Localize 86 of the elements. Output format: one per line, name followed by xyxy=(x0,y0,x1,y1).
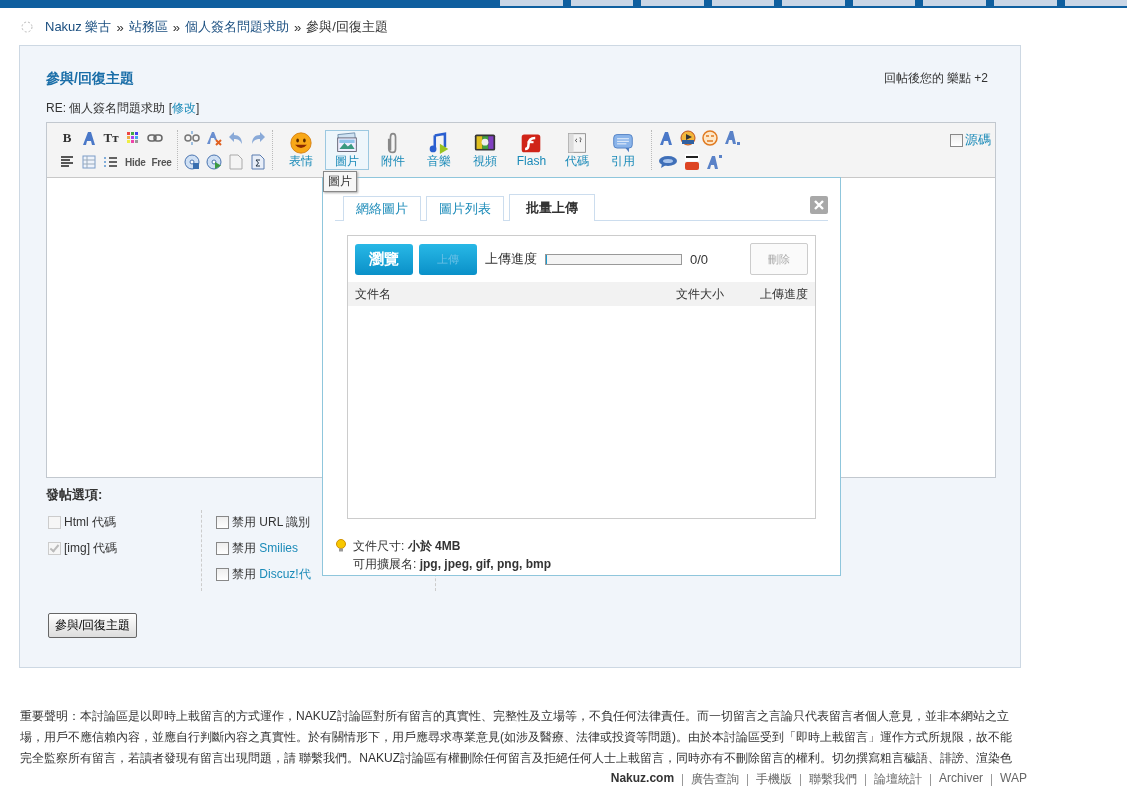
breadcrumb-link[interactable]: Nakuz 樂古 xyxy=(45,18,112,36)
tooltip: 圖片 xyxy=(323,171,357,192)
option-checkbox[interactable] xyxy=(216,516,229,529)
close-icon[interactable] xyxy=(810,196,828,214)
toolbar-button[interactable]: 圖片 xyxy=(325,130,370,170)
sigma-icon[interactable] xyxy=(251,154,266,170)
disc-icon[interactable] xyxy=(184,154,201,170)
breadcrumb-separator: » xyxy=(172,19,180,35)
toolbar-button[interactable]: Flash xyxy=(509,130,554,170)
toolbar-button[interactable]: 音樂 xyxy=(417,130,462,170)
clear-format-icon[interactable] xyxy=(206,130,223,146)
option-checkbox[interactable] xyxy=(216,542,229,555)
footer-link[interactable]: 廣告查詢 xyxy=(691,771,740,788)
toolbar-button[interactable]: 引用 xyxy=(601,130,646,170)
code-icon xyxy=(566,132,589,154)
footer-link[interactable]: WAP xyxy=(1000,771,1027,788)
list-icon[interactable] xyxy=(104,156,118,168)
music-note-icon xyxy=(428,132,451,154)
points-note: 回帖後您的 樂點 +2 xyxy=(883,70,988,87)
font-icon[interactable] xyxy=(81,130,97,146)
options-title: 發帖選項: xyxy=(46,486,104,504)
column-header: 上傳進度 xyxy=(759,285,808,303)
bracket: ] xyxy=(196,101,200,115)
footer-link[interactable]: Archiver xyxy=(939,771,984,788)
option-label: [img] 代碼 xyxy=(64,540,118,557)
table-icon[interactable] xyxy=(82,155,96,169)
source-checkbox[interactable] xyxy=(950,133,963,147)
source-label[interactable]: 源碼 xyxy=(965,131,991,149)
disclaimer-text: 重要聲明：本討論區是以即時上載留言的方式運作，NAKUZ討論區對所有留言的真實性、完整性及立場等，不負任何法律責任。而一切留言之言論只代表留言者個人意見，並非本網站之立場，用戶不應信賴內容，並應自行判斷內容之真實性。於有關情形下，用戶應尋求專業意見(如涉及醫療、法律或投資等問題)。由於本討論區受到「即時上載留言」運作方式所規限，故不能完全監察所有留言，若讀者發現有留言出現問題，請 聯繫我們。NAKUZ討論區有權刪除任何留言及拒絕任何人士上載留言，同時亦有不刪除留言的權利。切勿撰寫粗言穢語、誹謗、渲染色 xyxy=(20,708,1013,767)
redo-icon[interactable] xyxy=(250,131,267,145)
option-checkbox[interactable] xyxy=(216,568,229,581)
tv-icon xyxy=(474,132,497,154)
home-icon xyxy=(20,20,34,34)
dialog-tab[interactable]: 圖片列表 xyxy=(426,196,504,221)
superscript-icon[interactable] xyxy=(706,154,725,170)
subscript-icon[interactable] xyxy=(724,130,743,146)
disc-icon[interactable] xyxy=(206,154,223,170)
font-icon[interactable] xyxy=(658,130,675,146)
flash-icon xyxy=(520,132,543,154)
option-label: 禁用 URL 識別 xyxy=(232,514,311,531)
progress-label: 上傳進度 xyxy=(485,250,538,268)
lightbulb-icon xyxy=(335,539,347,553)
column-header: 文件名 xyxy=(355,285,392,303)
footer-link[interactable]: 聯繫我們 xyxy=(809,771,858,788)
extensions-text: 可用擴展名: jpg, jpeg, gif, png, bmp xyxy=(353,556,551,573)
nav-tab[interactable] xyxy=(711,0,775,6)
option-label: 禁用 Discuz!代 xyxy=(232,566,311,583)
toolbar-button[interactable]: 代碼 xyxy=(555,130,600,170)
breadcrumb-link[interactable]: 參與/回復主題 xyxy=(306,18,388,36)
toolbar-button[interactable]: 視頻 xyxy=(463,130,508,170)
nav-tab[interactable] xyxy=(852,0,916,6)
undo-icon[interactable] xyxy=(228,131,245,145)
size-limit-text: 文件尺寸: 小於 4MB xyxy=(353,538,462,555)
option-label: 禁用 Smilies xyxy=(232,540,298,557)
smiley-icon xyxy=(290,132,313,154)
dialog-tab[interactable]: 網絡圖片 xyxy=(343,196,421,221)
format-button[interactable]: Tт xyxy=(103,130,119,146)
dialog-tab[interactable]: 批量上傳 xyxy=(509,194,595,221)
edit-link[interactable]: 修改 xyxy=(172,101,196,115)
column-header: 文件大小 xyxy=(676,285,725,303)
footer-link[interactable]: Nakuz.com xyxy=(610,771,675,788)
subject-text: RE: 個人簽名問題求助 [ xyxy=(46,101,172,115)
face-icon[interactable] xyxy=(702,130,719,146)
footer-link[interactable]: 論壇統計 xyxy=(874,771,923,788)
progress-count: 0/0 xyxy=(689,251,709,267)
toolbar-button[interactable]: 表情 xyxy=(279,130,324,170)
breadcrumb-separator: » xyxy=(116,19,124,35)
toolbar-button[interactable]: 附件 xyxy=(371,130,416,170)
submit-button[interactable]: 參與/回復主題 xyxy=(48,613,138,638)
align-icon[interactable] xyxy=(60,156,74,168)
nav-tab[interactable] xyxy=(570,0,634,6)
footer-link[interactable]: 手機版 xyxy=(756,771,793,788)
breadcrumb-separator: » xyxy=(293,19,302,35)
option-label: Html 代碼 xyxy=(64,514,116,531)
form-title: 參與/回復主題 xyxy=(46,70,134,88)
breadcrumb-link[interactable]: 個人簽名問題求助 xyxy=(184,18,289,36)
unlink-icon[interactable] xyxy=(184,131,201,145)
format-button[interactable]: Free xyxy=(151,156,172,168)
format-button[interactable]: B xyxy=(62,130,72,146)
format-button[interactable]: Hide xyxy=(125,156,146,168)
link-icon[interactable] xyxy=(147,133,163,143)
breadcrumb-link[interactable]: 站務區 xyxy=(128,18,168,36)
image-icon xyxy=(336,132,359,154)
speech-bubble-icon xyxy=(612,132,635,154)
media-icon[interactable] xyxy=(680,130,697,146)
color-icon[interactable] xyxy=(126,131,140,145)
